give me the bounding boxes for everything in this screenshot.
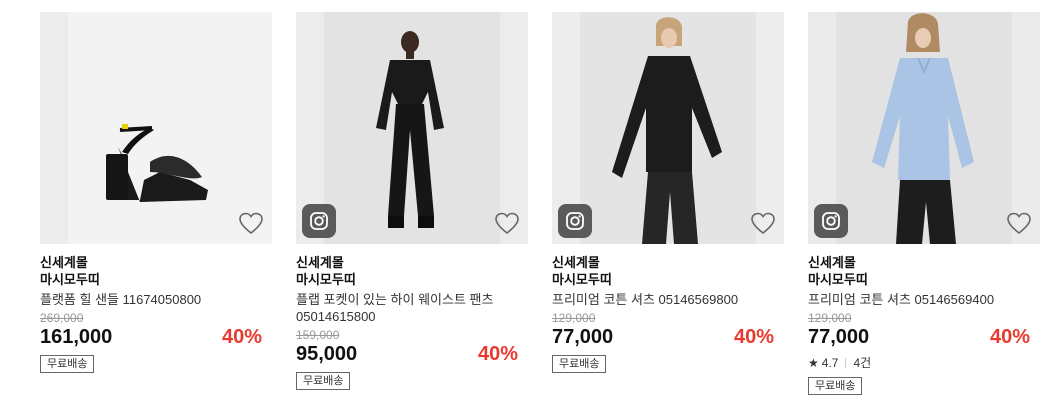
product-info: 신세계몰 마시모두띠 플랩 포켓이 있는 하이 웨이스트 팬츠 05014615… — [296, 244, 528, 390]
mall-name: 신세계몰 — [296, 255, 344, 270]
product-name[interactable]: 프리미엄 코튼 셔츠 05146569800 — [552, 291, 784, 308]
shipping-badge: 무료배송 — [296, 372, 351, 390]
product-image[interactable] — [296, 12, 528, 244]
instagram-icon — [566, 212, 584, 230]
original-price: 269,000 — [40, 311, 84, 325]
mall-name: 신세계몰 — [552, 255, 600, 270]
rating-row[interactable]: ★ 4.7 4건 — [808, 354, 1040, 371]
star-icon: ★ — [808, 355, 819, 370]
instagram-icon — [310, 212, 328, 230]
instagram-badge[interactable] — [302, 204, 336, 238]
discount-rate: 40% — [477, 343, 518, 365]
product-image[interactable] — [552, 12, 784, 244]
instagram-badge[interactable] — [558, 204, 592, 238]
price-row: 269,000 161,000 40% — [40, 311, 272, 349]
mall-name: 신세계몰 — [808, 255, 856, 270]
product-image[interactable] — [40, 12, 272, 244]
discount-rate: 40% — [221, 326, 262, 348]
product-info: 신세계몰 마시모두띠 프리미엄 코튼 셔츠 05146569800 129,00… — [552, 244, 784, 373]
discount-rate: 40% — [989, 326, 1030, 348]
product-info: 신세계몰 마시모두띠 프리미엄 코튼 셔츠 05146569400 129,00… — [808, 244, 1040, 395]
product-card[interactable]: 신세계몰 마시모두띠 프리미엄 코튼 셔츠 05146569400 129,00… — [808, 12, 1040, 395]
instagram-icon — [822, 212, 840, 230]
product-card[interactable]: 신세계몰 마시모두띠 플랩 포켓이 있는 하이 웨이스트 팬츠 05014615… — [296, 12, 528, 395]
discount-rate: 40% — [733, 326, 774, 348]
product-name[interactable]: 프리미엄 코튼 셔츠 05146569400 — [808, 291, 1040, 308]
heart-icon[interactable] — [1006, 212, 1032, 236]
product-name[interactable]: 플랩 포켓이 있는 하이 웨이스트 팬츠 05014615800 — [296, 291, 528, 325]
heart-icon[interactable] — [238, 212, 264, 236]
price-row: 129,000 77,000 40% — [552, 311, 784, 349]
price-row: 129,000 77,000 40% — [808, 311, 1040, 349]
product-card[interactable]: 신세계몰 마시모두띠 플랫폼 힐 샌들 11674050800 269,000 … — [40, 12, 272, 395]
brand-name[interactable]: 마시모두띠 — [296, 271, 528, 289]
price-row: 159,000 95,000 40% — [296, 328, 528, 366]
heart-icon[interactable] — [494, 212, 520, 236]
original-price: 129,000 — [808, 311, 852, 325]
brand-name[interactable]: 마시모두띠 — [552, 271, 784, 289]
instagram-badge[interactable] — [814, 204, 848, 238]
shipping-badge: 무료배송 — [808, 377, 863, 395]
product-grid: 신세계몰 마시모두띠 플랫폼 힐 샌들 11674050800 269,000 … — [40, 12, 1040, 395]
mall-name: 신세계몰 — [40, 255, 88, 270]
sandal-photo — [40, 12, 272, 244]
brand-name[interactable]: 마시모두띠 — [40, 271, 272, 289]
product-image[interactable] — [808, 12, 1040, 244]
product-name[interactable]: 플랫폼 힐 샌들 11674050800 — [40, 291, 272, 308]
product-card[interactable]: 신세계몰 마시모두띠 프리미엄 코튼 셔츠 05146569800 129,00… — [552, 12, 784, 395]
product-info: 신세계몰 마시모두띠 플랫폼 힐 샌들 11674050800 269,000 … — [40, 244, 272, 373]
rating-score: 4.7 — [821, 355, 839, 370]
original-price: 159,000 — [296, 328, 340, 342]
original-price: 129,000 — [552, 311, 596, 325]
brand-name[interactable]: 마시모두띠 — [808, 271, 1040, 289]
heart-icon[interactable] — [750, 212, 776, 236]
review-count: 4건 — [853, 356, 872, 370]
shipping-badge: 무료배송 — [552, 355, 607, 373]
shipping-badge: 무료배송 — [40, 355, 95, 373]
divider — [845, 357, 847, 368]
